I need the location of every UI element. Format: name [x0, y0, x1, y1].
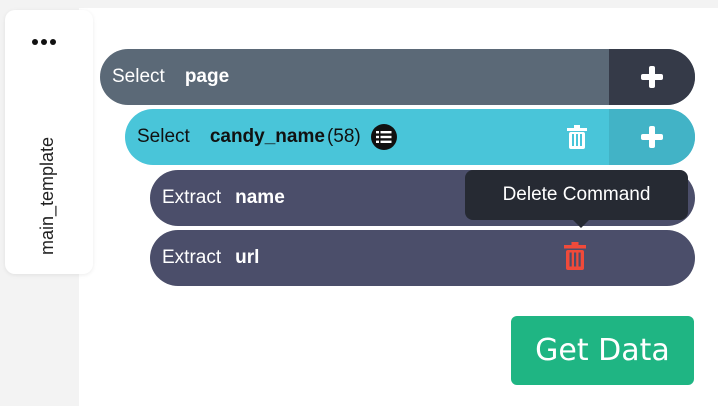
- command-value: url: [235, 247, 260, 268]
- command-keyword: Extract: [162, 247, 222, 268]
- command-keyword: Extract: [162, 187, 222, 208]
- command-text: Extract url: [150, 247, 259, 269]
- command-value: candy_name: [209, 126, 325, 147]
- get-data-button[interactable]: Get Data: [511, 316, 694, 385]
- match-count: (58): [326, 126, 361, 147]
- command-row-select-page[interactable]: Select page: [100, 49, 695, 105]
- trash-icon[interactable]: [564, 242, 586, 270]
- trash-icon[interactable]: [567, 125, 587, 149]
- command-text: Extract name: [150, 187, 285, 209]
- template-side-tab[interactable]: main_template: [5, 10, 93, 274]
- command-text: Select page: [100, 66, 229, 88]
- command-text: Select candy_name (58): [125, 124, 397, 150]
- command-keyword: Select: [137, 126, 190, 147]
- command-row-select-candy-name[interactable]: Select candy_name (58): [125, 109, 695, 165]
- plus-icon[interactable]: [641, 126, 663, 148]
- add-command-button[interactable]: [609, 109, 695, 165]
- command-keyword: Select: [112, 66, 165, 87]
- command-value: page: [184, 66, 230, 87]
- tooltip-text: Delete Command: [502, 184, 651, 205]
- command-value: name: [235, 187, 285, 208]
- plus-icon[interactable]: [641, 66, 663, 88]
- delete-command-tooltip: Delete Command: [465, 170, 688, 228]
- command-row-extract-url[interactable]: Extract url: [150, 230, 695, 286]
- ellipsis-icon[interactable]: [29, 36, 59, 48]
- template-label: main_template: [37, 136, 57, 255]
- list-icon[interactable]: [370, 124, 397, 150]
- add-command-button[interactable]: [609, 49, 695, 105]
